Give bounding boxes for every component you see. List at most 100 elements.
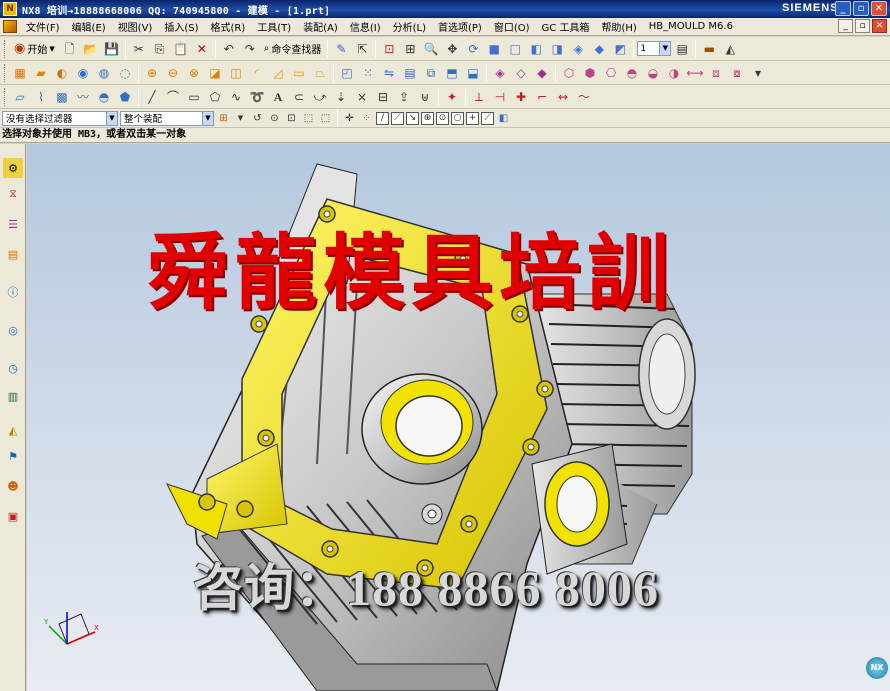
snap-control-point-icon[interactable]: ↘ <box>406 111 419 125</box>
make-coplanar-icon[interactable]: ◒ <box>643 63 663 83</box>
snap-view-icon[interactable]: ⊡ <box>379 39 399 59</box>
menu-file[interactable]: 文件(F) <box>20 19 66 34</box>
offset-curve-icon[interactable]: ⊂ <box>289 87 309 107</box>
sync-modeling-icon[interactable]: ⬡ <box>559 63 579 83</box>
swept-icon[interactable]: 〰 <box>73 87 93 107</box>
pocket-icon[interactable]: ◌ <box>115 63 135 83</box>
iso-view-icon[interactable]: ◈ <box>568 39 588 59</box>
snap-quadrant-icon[interactable]: ○ <box>451 111 464 125</box>
menu-format[interactable]: 格式(R) <box>205 19 252 34</box>
sew-icon[interactable]: ⧉ <box>421 63 441 83</box>
curve-length-icon[interactable]: ↔ <box>553 87 573 107</box>
shaded-view-icon[interactable]: ■ <box>484 39 504 59</box>
menu-preferences[interactable]: 首选项(P) <box>432 19 488 34</box>
extrude-icon[interactable]: ▰ <box>31 63 51 83</box>
patch-icon[interactable]: ⬒ <box>442 63 462 83</box>
hd3d-tools-icon[interactable]: ⓘ <box>3 282 23 302</box>
cut-icon[interactable]: ✂ <box>129 39 149 59</box>
fit-view-icon[interactable]: ⊞ <box>400 39 420 59</box>
menu-insert[interactable]: 插入(S) <box>158 19 204 34</box>
menu-tools[interactable]: 工具(T) <box>251 19 297 34</box>
toolbar-grip[interactable] <box>4 39 7 58</box>
move-face-icon[interactable]: ◈ <box>490 63 510 83</box>
layer-settings-icon[interactable]: ▤ <box>672 39 692 59</box>
pull-face-icon[interactable]: ◇ <box>511 63 531 83</box>
graphics-window[interactable]: 舜龍模具培訓 咨询：188 8866 8006 X Y NX <box>27 144 890 691</box>
reuse-library-icon[interactable]: ▤ <box>3 244 23 264</box>
offset-region-icon[interactable]: ◓ <box>622 63 642 83</box>
snap-options-icon[interactable]: ⁘ <box>359 111 374 126</box>
snap-point-on-curve-icon[interactable]: ⟋ <box>481 111 494 125</box>
project-curve-icon[interactable]: ⇣ <box>331 87 351 107</box>
assembly-navigator-icon[interactable]: ⚙ <box>3 158 23 178</box>
draft-icon[interactable]: ⏢ <box>310 63 330 83</box>
delete-icon[interactable]: ✕ <box>192 39 212 59</box>
edit-color-icon[interactable]: ▬ <box>699 39 719 59</box>
start-button[interactable]: ◉ 开始 ▼ <box>10 39 59 59</box>
nx-app-icon[interactable]: N <box>3 2 17 16</box>
web-browser-icon[interactable]: ◎ <box>3 320 23 340</box>
part-restore-button[interactable]: ▫ <box>855 19 870 33</box>
helix-icon[interactable]: ➰ <box>247 87 267 107</box>
sketch-icon[interactable]: ▦ <box>10 63 30 83</box>
selection-scope-select[interactable]: 整个装配 ▼ <box>120 110 214 126</box>
replace-face-icon[interactable]: ⎔ <box>601 63 621 83</box>
point-icon[interactable]: ✦ <box>442 87 462 107</box>
split-body-icon[interactable]: ◫ <box>226 63 246 83</box>
thicken-icon[interactable]: ▤ <box>400 63 420 83</box>
n-sided-surface-icon[interactable]: ⬟ <box>115 87 135 107</box>
offset-face-icon[interactable]: ◰ <box>337 63 357 83</box>
menu-hb-mould[interactable]: HB_MOULD M6.6 <box>643 21 739 32</box>
section-curve-icon[interactable]: ⊟ <box>373 87 393 107</box>
menu-window[interactable]: 窗口(O) <box>488 19 536 34</box>
reset-filter-icon[interactable]: ↺ <box>250 111 265 126</box>
make-coaxial-icon[interactable]: ◑ <box>664 63 684 83</box>
snap-intersection-icon[interactable]: ⊕ <box>421 111 434 125</box>
revolve-icon[interactable]: ◐ <box>52 63 72 83</box>
copy-icon[interactable]: ⎘ <box>150 39 170 59</box>
feature-select-icon[interactable]: ⊡ <box>284 111 299 126</box>
hole-icon[interactable]: ◉ <box>73 63 93 83</box>
extend-curve-icon[interactable]: ⊣ <box>490 87 510 107</box>
part-minimize-button[interactable]: _ <box>838 19 853 33</box>
menu-assemblies[interactable]: 装配(A) <box>297 19 344 34</box>
combined-curve-icon[interactable]: ⊎ <box>415 87 435 107</box>
menu-analysis[interactable]: 分析(L) <box>387 19 432 34</box>
rectangle-icon[interactable]: ▭ <box>184 87 204 107</box>
redo-icon[interactable]: ↷ <box>240 39 260 59</box>
work-layer-select[interactable]: 1 ▼ <box>637 41 672 56</box>
undo-icon[interactable]: ↶ <box>219 39 239 59</box>
text-icon[interactable]: A <box>268 87 288 107</box>
mirror-icon[interactable]: ⇋ <box>379 63 399 83</box>
snap-arc-center-icon[interactable]: ⊙ <box>436 111 449 125</box>
filter-dropdown-icon[interactable]: ▼ <box>233 111 248 126</box>
rotate-icon[interactable]: ⟳ <box>463 39 483 59</box>
lasso-select-icon[interactable]: ⬚ <box>318 111 333 126</box>
intersection-curve-icon[interactable]: ⨯ <box>352 87 372 107</box>
shell-icon[interactable]: ▭ <box>289 63 309 83</box>
paste-icon[interactable]: 📋 <box>171 39 191 59</box>
copy-face-icon[interactable]: ⧇ <box>727 63 747 83</box>
group-face-icon[interactable]: ⧈ <box>706 63 726 83</box>
snap-endpoint-icon[interactable]: / <box>376 111 389 125</box>
menu-view[interactable]: 视图(V) <box>112 19 159 34</box>
chamfer-icon[interactable]: ◿ <box>268 63 288 83</box>
delete-face-icon[interactable]: ◆ <box>532 63 552 83</box>
toolbar-grip[interactable] <box>4 87 7 106</box>
snap-midpoint-icon[interactable]: ⟋ <box>391 111 404 125</box>
menu-help[interactable]: 帮助(H) <box>595 19 642 34</box>
pan-icon[interactable]: ✥ <box>442 39 462 59</box>
part-window-icon[interactable] <box>3 20 17 33</box>
move-object-icon[interactable]: ⇱ <box>352 39 372 59</box>
resize-blend-icon[interactable]: ⬢ <box>580 63 600 83</box>
trim-body-icon[interactable]: ◪ <box>205 63 225 83</box>
snap-existing-point-icon[interactable]: + <box>466 111 479 125</box>
process-studio-icon[interactable]: ▥ <box>3 386 23 406</box>
system-scenes-icon[interactable]: ☻ <box>3 476 23 496</box>
general-filter-icon[interactable]: ⊞ <box>216 111 231 126</box>
intersect-icon[interactable]: ⊗ <box>184 63 204 83</box>
datum-plane-icon[interactable]: ▱ <box>10 87 30 107</box>
extract-curve-icon[interactable]: ⇪ <box>394 87 414 107</box>
minimize-window-button[interactable]: _ <box>835 1 851 16</box>
smooth-curve-icon[interactable]: 〜 <box>574 87 594 107</box>
